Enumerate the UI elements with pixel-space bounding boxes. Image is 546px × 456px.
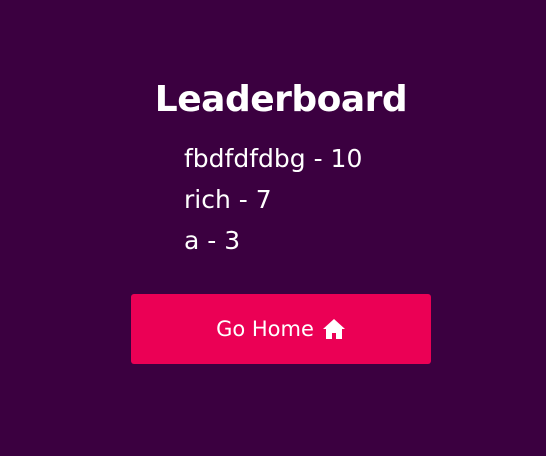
leaderboard-list: fbdfdfdbg - 10 rich - 7 a - 3 (184, 138, 362, 261)
go-home-button[interactable]: Go Home (131, 294, 431, 364)
home-icon (322, 318, 346, 340)
go-home-label: Go Home (216, 317, 314, 341)
leaderboard-entry: fbdfdfdbg - 10 (184, 144, 363, 173)
leaderboard-entry: a - 3 (184, 226, 241, 255)
leaderboard-panel: Leaderboard fbdfdfdbg - 10 rich - 7 a - … (0, 0, 546, 456)
page-title: Leaderboard (154, 79, 408, 120)
leaderboard-entry: rich - 7 (184, 185, 272, 214)
